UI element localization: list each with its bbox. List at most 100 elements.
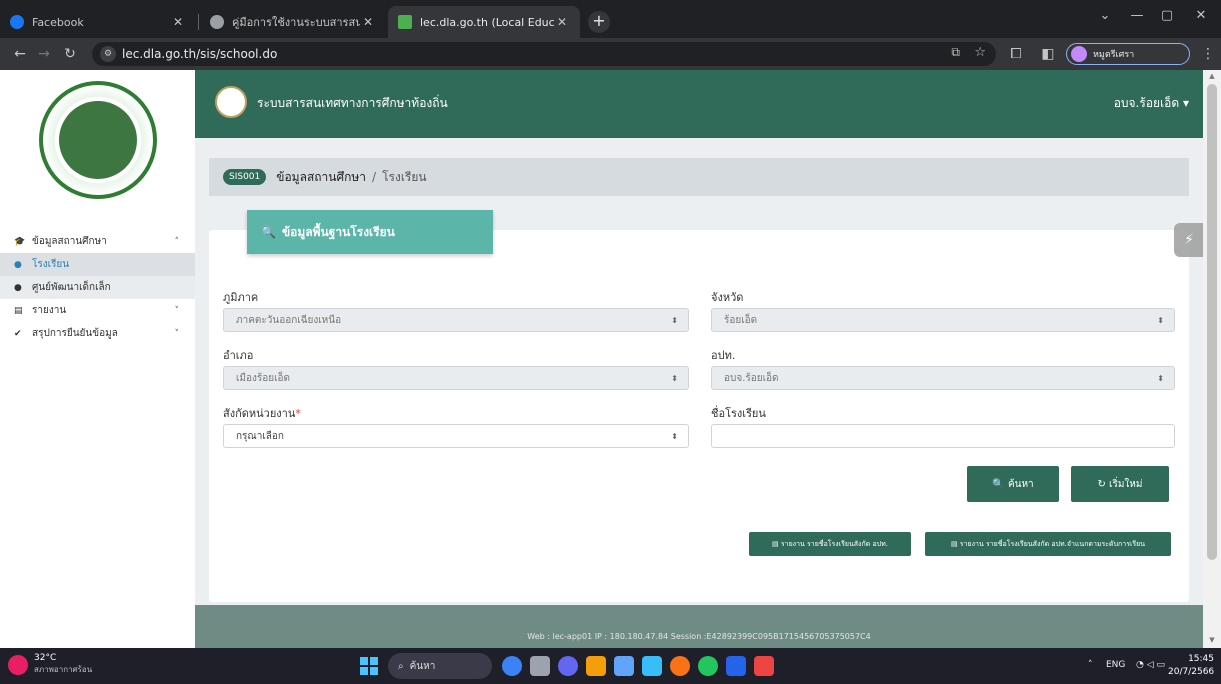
taskbar-app-icon[interactable] xyxy=(558,656,578,676)
sidebar-item-report[interactable]: ▤ รายงาน ˅ xyxy=(0,299,195,322)
close-icon[interactable]: ✕ xyxy=(554,15,570,29)
forward-icon[interactable]: → xyxy=(34,44,54,64)
store-icon[interactable] xyxy=(614,656,634,676)
district-select[interactable]: เมืองร้อยเอ็ด ⬍ xyxy=(223,366,689,390)
app-header: ระบบสารสนเทศทางการศึกษาท้องถิ่น อบจ.ร้อย… xyxy=(195,70,1203,138)
card-title-text: ข้อมูลพื้นฐานโรงเรียน xyxy=(281,224,395,239)
dot-icon: ● xyxy=(14,259,22,270)
search-card: 🔍 ข้อมูลพื้นฐานโรงเรียน ภูมิภาค ภาคตะวัน… xyxy=(209,210,1189,602)
share-icon[interactable]: ⧉ xyxy=(951,45,960,60)
address-bar[interactable]: ⚙ lec.dla.go.th/sis/school.do ⧉ ☆ xyxy=(92,42,996,66)
tab-lec[interactable]: lec.dla.go.th (Local Education C... ✕ xyxy=(388,6,580,38)
affiliation-select[interactable]: กรุณาเลือก ⬍ xyxy=(223,424,689,448)
floating-action-icon[interactable]: ⚡ xyxy=(1174,223,1204,257)
sidebar: 🎓 ข้อมูลสถานศึกษา ˄ ● โรงเรียน ● ศูนย์พั… xyxy=(0,70,195,648)
report-school-by-lao-button[interactable]: ▤ รายงาน รายชื่อโรงเรียนสังกัด อปท. xyxy=(749,532,911,556)
clock[interactable]: 15:45 20/7/2566 xyxy=(1168,653,1214,679)
tab-search-icon[interactable]: ⌄ xyxy=(1090,8,1120,23)
minimize-icon[interactable]: — xyxy=(1122,8,1152,23)
header-logo[interactable] xyxy=(215,86,247,118)
select-caret-icon: ⬍ xyxy=(1157,315,1164,325)
scrollbar-thumb[interactable] xyxy=(1207,84,1217,560)
school-name-input[interactable] xyxy=(711,424,1175,448)
screen: Facebook ✕ คู่มือการใช้งานระบบสารสนเทศกา… xyxy=(0,0,1221,684)
sidebar-item-label: โรงเรียน xyxy=(32,259,70,270)
line-icon[interactable] xyxy=(698,656,718,676)
app-title: ระบบสารสนเทศทางการศึกษาท้องถิ่น xyxy=(257,96,448,110)
district-label: อำเภอ xyxy=(223,349,254,362)
close-window-icon[interactable]: ✕ xyxy=(1186,8,1216,23)
scroll-up-icon[interactable]: ▲ xyxy=(1203,72,1221,80)
restore-icon[interactable]: ▢ xyxy=(1152,8,1182,23)
taskbar: 32°C สภาพอากาศร้อน ⌕ ค้นหา ˄ ENG ◔ ◁ ▭ 1… xyxy=(0,648,1221,684)
select-caret-icon: ⬍ xyxy=(671,373,678,383)
user-menu[interactable]: อบจ.ร้อยเอ็ด ▾ xyxy=(1114,94,1189,113)
windows-start-icon[interactable] xyxy=(360,657,378,675)
region-select[interactable]: ภาคตะวันออกเฉียงเหนือ ⬍ xyxy=(223,308,689,332)
site-favicon-icon xyxy=(398,15,412,29)
school-name-label: ชื่อโรงเรียน xyxy=(711,407,766,420)
reload-icon[interactable]: ↻ xyxy=(60,44,80,64)
wifi-volume-battery-icon[interactable]: ◔ ◁ ▭ xyxy=(1136,660,1165,670)
scroll-down-icon[interactable]: ▼ xyxy=(1203,636,1221,644)
weather-widget[interactable]: 32°C สภาพอากาศร้อน xyxy=(8,653,92,676)
page-scrollbar[interactable]: ▲ ▼ xyxy=(1203,70,1221,648)
card-title: 🔍 ข้อมูลพื้นฐานโรงเรียน xyxy=(247,210,493,254)
profile-button[interactable]: หมูตรีเศรา xyxy=(1066,43,1190,65)
site-info-icon[interactable]: ⚙ xyxy=(100,46,116,62)
taskbar-search[interactable]: ⌕ ค้นหา xyxy=(388,653,492,679)
more-menu-icon[interactable]: ⋮ xyxy=(1198,44,1218,64)
tab-manual[interactable]: คู่มือการใช้งานระบบสารสนเทศการศึ... ✕ xyxy=(200,6,386,38)
page-code-badge: SIS001 xyxy=(223,169,267,185)
facebook-icon xyxy=(10,15,24,29)
check-icon: ✔ xyxy=(14,328,22,339)
word-icon[interactable] xyxy=(726,656,746,676)
extensions-icon[interactable]: ⧠ xyxy=(1006,44,1026,64)
close-icon[interactable]: ✕ xyxy=(170,15,186,29)
breadcrumb: SIS001 ข้อมูลสถานศึกษา / โรงเรียน xyxy=(209,158,1189,196)
profile-name: หมูตรีเศรา xyxy=(1093,50,1135,60)
file-explorer-icon[interactable] xyxy=(586,656,606,676)
sidebar-item-child-center[interactable]: ● ศูนย์พัฒนาเด็กเล็ก xyxy=(0,276,195,299)
weather-text: สภาพอากาศร้อน xyxy=(34,665,93,674)
back-icon[interactable]: ← xyxy=(10,44,30,64)
province-value: ร้อยเอ็ด xyxy=(724,314,758,326)
close-icon[interactable]: ✕ xyxy=(360,15,376,29)
url-text: lec.dla.go.th/sis/school.do xyxy=(122,47,278,61)
new-tab-button[interactable]: + xyxy=(588,11,610,33)
breadcrumb-separator: / xyxy=(372,170,377,184)
search-button[interactable]: 🔍 ค้นหา xyxy=(967,466,1059,502)
taskbar-app-icon[interactable] xyxy=(502,656,522,676)
graduation-cap-icon: 🎓 xyxy=(14,236,26,247)
tab-title: Facebook xyxy=(32,15,84,29)
bookmark-star-icon[interactable]: ☆ xyxy=(974,45,986,60)
affiliation-label-text: สังกัดหน่วยงาน xyxy=(223,407,296,420)
sidebar-item-label: ข้อมูลสถานศึกษา xyxy=(32,236,107,247)
lao-select[interactable]: อบจ.ร้อยเอ็ด ⬍ xyxy=(711,366,1175,390)
taskbar-app-icon[interactable] xyxy=(642,656,662,676)
lao-value: อบจ.ร้อยเอ็ด xyxy=(724,372,779,384)
footer-session-info: Web : lec-app01 IP : 180.180.47.84 Sessi… xyxy=(527,632,871,641)
tray-chevron-up-icon[interactable]: ˄ xyxy=(1088,660,1093,670)
globe-icon xyxy=(210,15,224,29)
select-caret-icon: ⬍ xyxy=(671,315,678,325)
region-value: ภาคตะวันออกเฉียงเหนือ xyxy=(236,314,342,326)
tab-facebook[interactable]: Facebook ✕ xyxy=(0,6,196,38)
browser-toolbar: ← → ↻ ⚙ lec.dla.go.th/sis/school.do ⧉ ☆ … xyxy=(0,38,1221,70)
report-school-by-level-button[interactable]: ▤ รายงาน รายชื่อโรงเรียนสังกัด อปท.จำแนก… xyxy=(925,532,1171,556)
chevron-down-icon: ˅ xyxy=(174,328,180,339)
sidebar-item-school[interactable]: ● โรงเรียน xyxy=(0,253,195,276)
sidebar-item-school-info[interactable]: 🎓 ข้อมูลสถานศึกษา ˄ xyxy=(0,230,195,253)
sidebar-menu: 🎓 ข้อมูลสถานศึกษา ˄ ● โรงเรียน ● ศูนย์พั… xyxy=(0,230,195,345)
side-panel-icon[interactable]: ◧ xyxy=(1038,44,1058,64)
reset-button[interactable]: ↻ เริ่มใหม่ xyxy=(1071,466,1169,502)
input-language[interactable]: ENG xyxy=(1106,660,1125,670)
chrome-icon[interactable] xyxy=(670,656,690,676)
sidebar-item-confirm-summary[interactable]: ✔ สรุปการยืนยันข้อมูล ˅ xyxy=(0,322,195,345)
province-select[interactable]: ร้อยเอ็ด ⬍ xyxy=(711,308,1175,332)
breadcrumb-current: โรงเรียน xyxy=(382,169,427,184)
taskbar-app-icon[interactable] xyxy=(530,656,550,676)
taskbar-app-icon[interactable] xyxy=(754,656,774,676)
web-page: 🎓 ข้อมูลสถานศึกษา ˄ ● โรงเรียน ● ศูนย์พั… xyxy=(0,70,1221,648)
lao-label: อปท. xyxy=(711,349,736,362)
